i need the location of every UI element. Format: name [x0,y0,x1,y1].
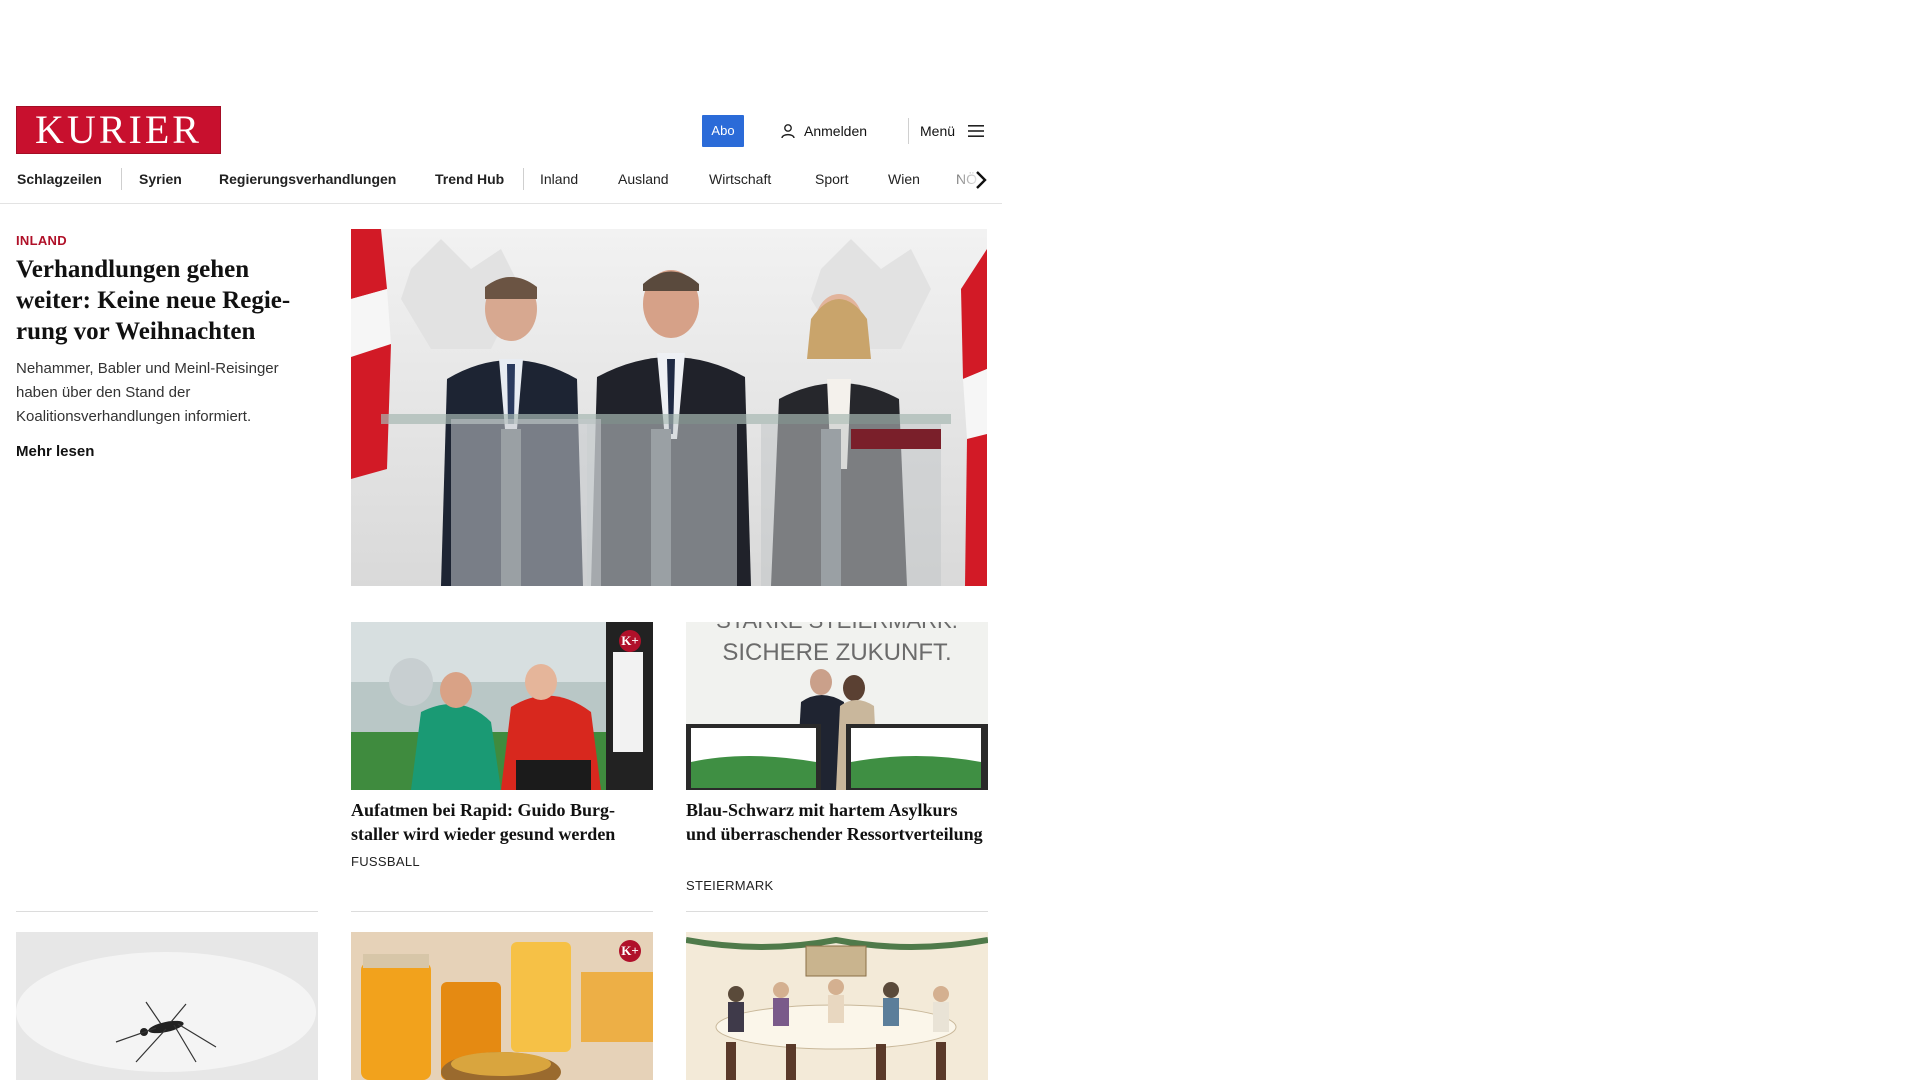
menu-label: Menü [920,123,956,139]
nav-item-regierungsverhandlungen[interactable]: Regierungsverhandlungen [219,170,396,188]
nav-item-syrien[interactable]: Syrien [139,170,182,188]
teaser-title-steiermark[interactable]: Blau-Schwarz mit hartem Asyl­kurs und üb… [686,798,988,846]
nav-item-wien[interactable]: Wien [888,170,920,188]
teaser-category-steiermark[interactable]: STEIERMARK [686,878,774,893]
nav-item-trend-hub[interactable]: Trend Hub [435,170,504,188]
teaser-title-rapid[interactable]: Aufatmen bei Rapid: Guido Burg­staller w… [351,798,653,846]
chevron-right-icon[interactable] [968,168,992,192]
nav-item-sport[interactable]: Sport [815,170,848,188]
user-icon [781,124,795,139]
read-more-link[interactable]: Mehr lesen [16,443,94,460]
teaser-image-rapid[interactable]: K+ [351,622,653,790]
football-injury-photo [351,622,653,790]
nav-item-schlagzeilen[interactable]: Schlagzeilen [17,170,102,188]
section-navigation: Schlagzeilen Syrien Regierungsverhandlun… [0,160,1002,204]
menu-button[interactable]: Menü [920,118,985,144]
section-divider [16,911,318,912]
section-divider [351,911,653,912]
teaser-image-mosquito[interactable] [16,932,318,1080]
teaser-image-christmas-dinner[interactable] [686,932,988,1080]
kplus-badge: K+ [619,630,641,652]
steiermark-press-photo: STARKE STEIERMARK. SICHERE ZUKUNFT. [686,622,988,790]
kurier-logo[interactable]: KURIER [16,106,221,154]
lead-summary: Nehammer, Babler und Meinl-Reisinger hab… [16,360,279,425]
honey-photo [351,932,653,1080]
teaser-category-fussball[interactable]: FUSSBALL [351,854,420,869]
nav-item-inland[interactable]: Inland [540,170,578,188]
christmas-dinner-illustration [686,932,988,1080]
abo-button[interactable]: Abo [702,115,744,147]
login-button[interactable]: Anmelden [780,118,867,144]
teaser-image-steiermark[interactable]: STARKE STEIERMARK. SICHERE ZUKUNFT. [686,622,988,790]
nav-item-wirtschaft[interactable]: Wirtschaft [709,170,771,188]
image-slogan-1: STARKE STEIERMARK. [716,622,958,633]
login-label: Anmelden [804,123,868,139]
nav-divider [523,168,524,190]
press-conference-photo [351,229,987,586]
nav-divider [121,168,122,190]
section-divider [686,911,988,912]
mosquito-photo [16,932,318,1080]
kplus-badge: K+ [619,940,641,962]
lead-title[interactable]: Verhandlungen gehen weiter: Keine neue R… [16,254,316,347]
image-slogan-2: SICHERE ZUKUNFT. [722,639,951,666]
teaser-image-honey[interactable]: K+ [351,932,653,1080]
lead-category[interactable]: INLAND [16,233,67,248]
nav-item-ausland[interactable]: Ausland [618,170,669,188]
hamburger-icon [968,125,985,137]
lead-image[interactable] [351,229,987,586]
header-divider [908,118,909,144]
